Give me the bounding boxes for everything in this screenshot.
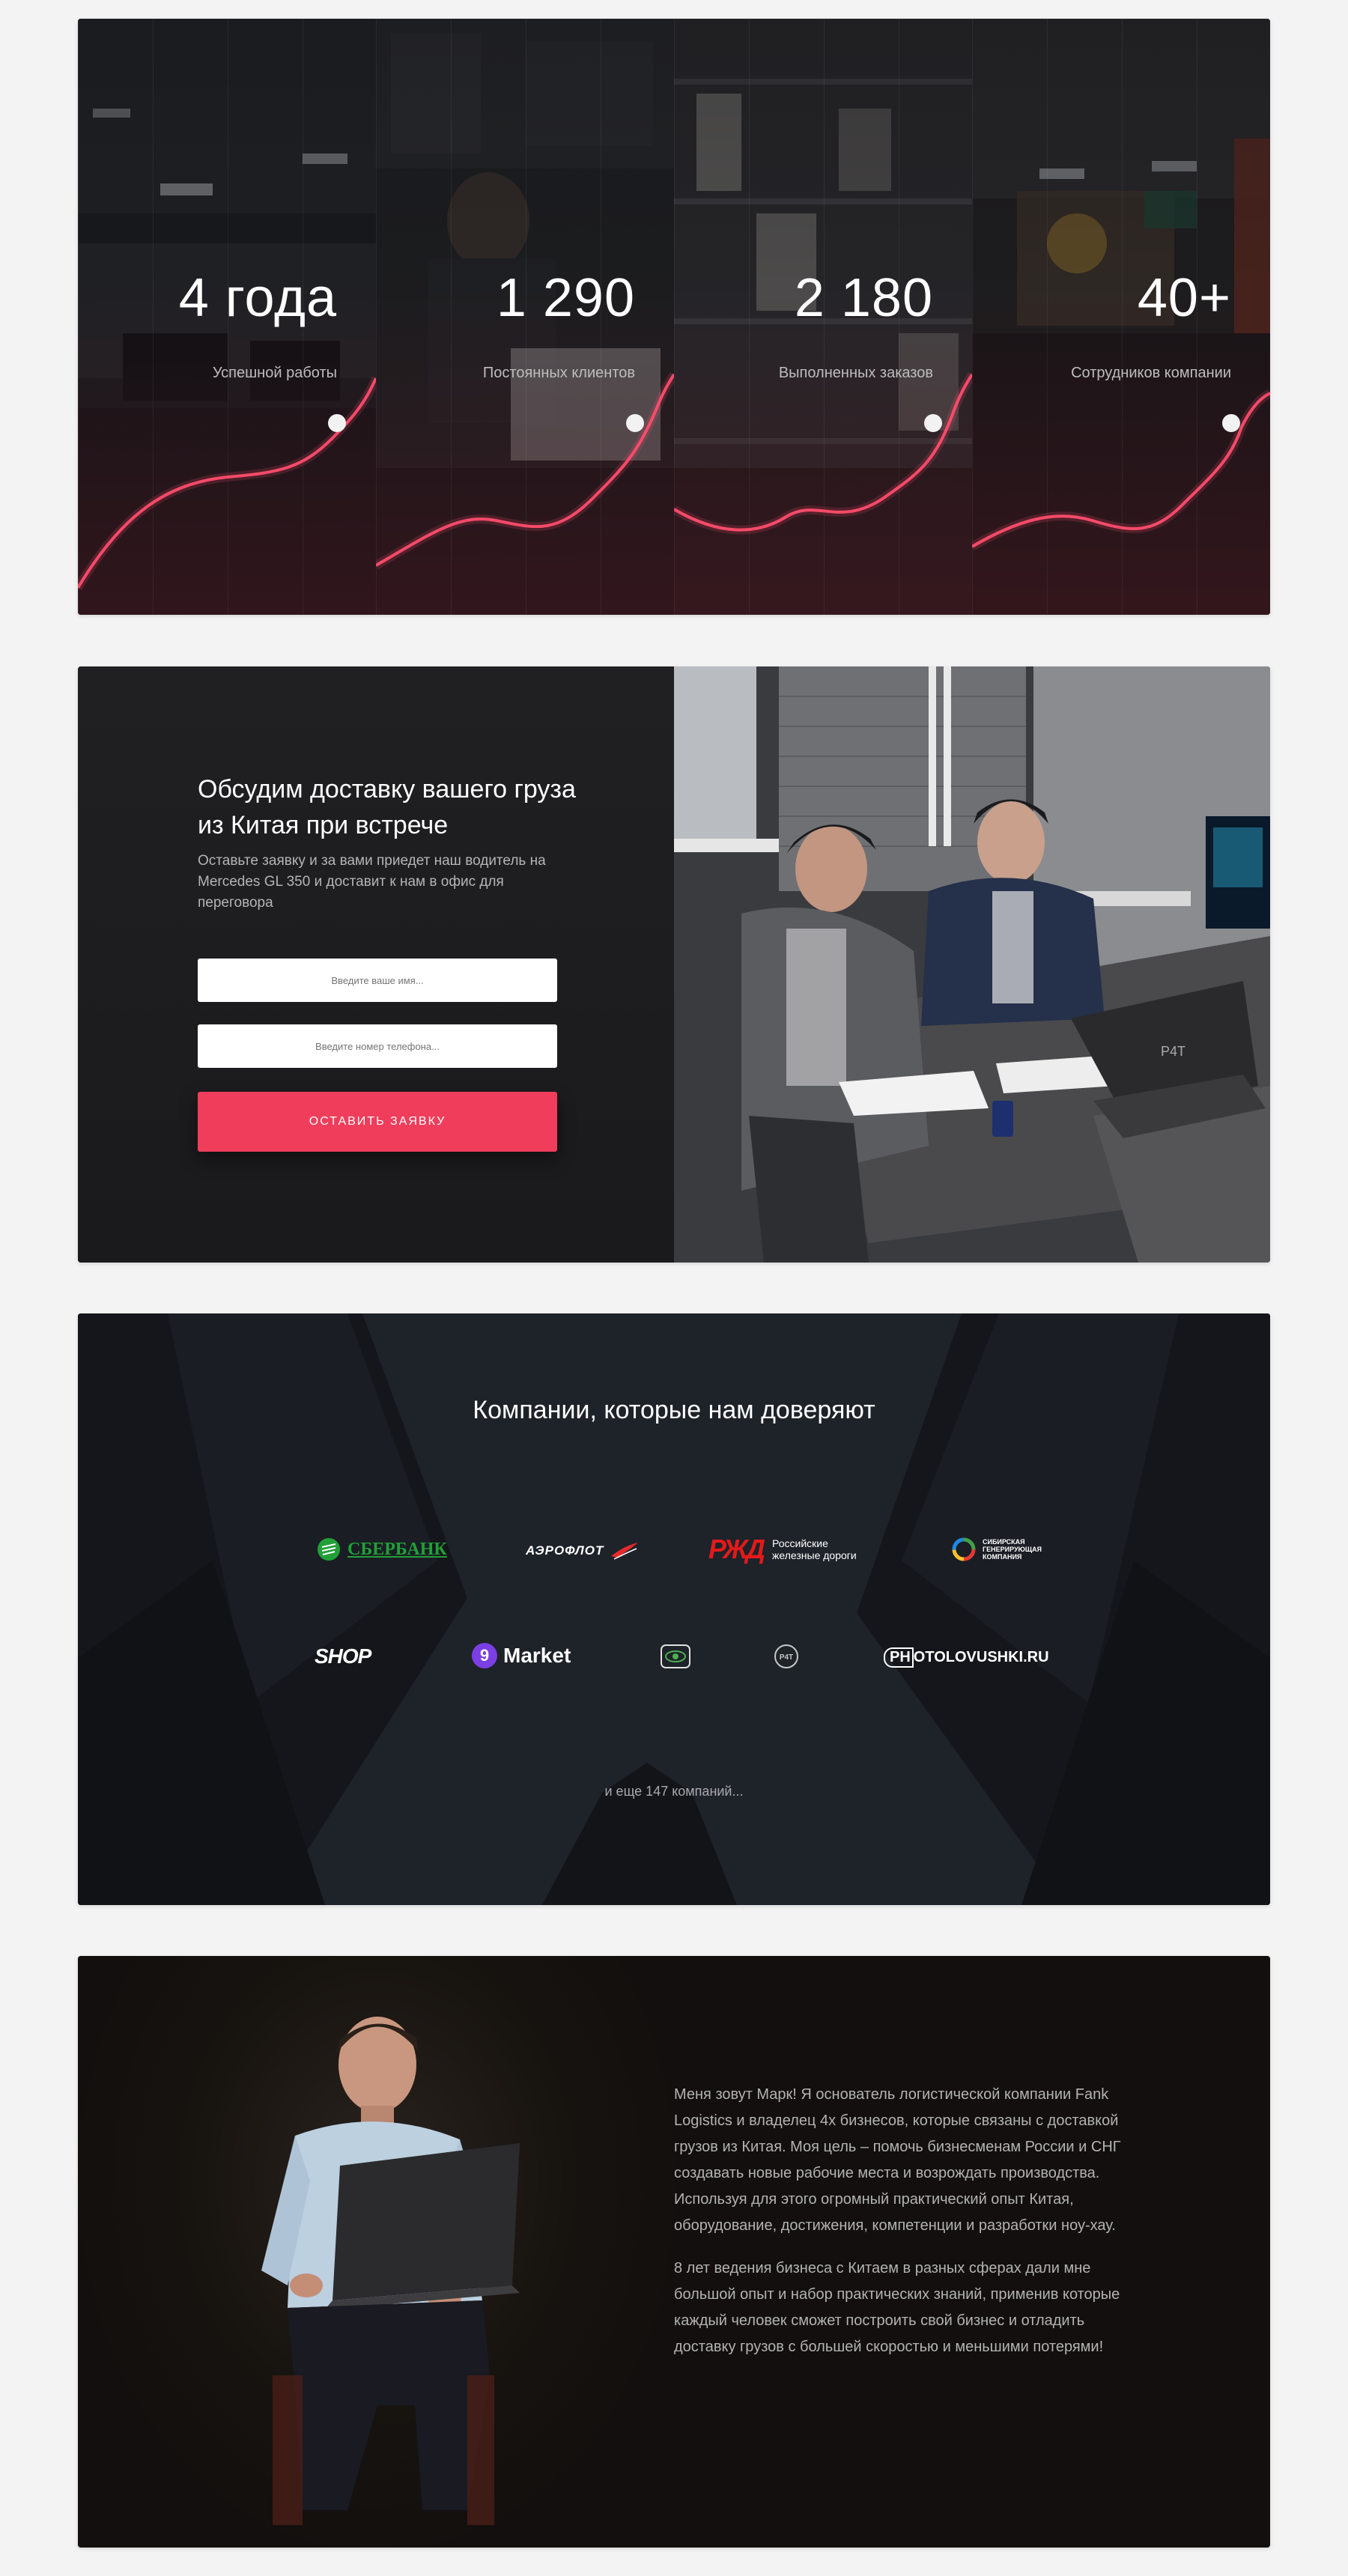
founder-portrait — [261, 2017, 520, 2525]
name-input[interactable] — [198, 959, 557, 1002]
meeting-photo-illustration: P4T — [674, 666, 1270, 1263]
submit-request-button[interactable]: ОСТАВИТЬ ЗАЯВКУ — [198, 1092, 557, 1152]
rzd-logo: РЖД Российские железные дороги — [708, 1534, 857, 1564]
market-logo: 9 Market — [472, 1643, 571, 1668]
svg-text:P4T: P4T — [1161, 1044, 1185, 1059]
aeroflot-logo: АЭРОФЛОТ — [526, 1541, 640, 1561]
phone-input[interactable] — [198, 1024, 557, 1068]
office-meeting-photo: P4T — [674, 666, 1270, 1263]
stat-label: Постоянных клиентов — [482, 365, 635, 381]
request-form-panel: Обсудим доставку вашего груза из Китая п… — [78, 666, 674, 1263]
stat-panel: 4 года Успешной работы — [78, 19, 376, 615]
photolovushki-logo: PH OTOLOVUSHKI.RU — [884, 1647, 1049, 1668]
stat-label: Успешной работы — [212, 365, 337, 381]
market-badge-icon: 9 — [472, 1643, 497, 1668]
bio-paragraph: Меня зовут Марк! Я основатель логистичес… — [674, 2086, 1121, 2234]
bio-paragraph: 8 лет ведения бизнеса с Китаем в разных … — [674, 2260, 1120, 2355]
sberbank-logo: СБЕРБАНК — [316, 1537, 447, 1562]
stat-label: Сотрудников компании — [1071, 365, 1231, 381]
aeroflot-wing-icon — [611, 1543, 639, 1560]
p4t-emblem-icon: P4T — [774, 1644, 798, 1668]
section-title: Обсудим доставку вашего груза из Китая п… — [198, 775, 576, 839]
stat-panel: 2 180 Выполненных заказов — [674, 19, 972, 615]
stat-panel: 40+ Сотрудников компании — [972, 19, 1270, 615]
more-companies-note: и еще 147 компаний... — [604, 1784, 744, 1799]
stat-number: 2 180 — [794, 268, 933, 328]
section-title: Компании, которые нам доверяют — [473, 1396, 875, 1424]
sibir-generating-company-logo: СИБИРСКАЯ ГЕНЕРИРУЮЩАЯ КОМПАНИЯ — [951, 1537, 1042, 1562]
stat-panel: 1 290 Постоянных клиентов — [376, 19, 674, 615]
section-subtitle: Оставьте заявку и за вами приедет наш во… — [198, 853, 546, 911]
p4t-logo: P4T — [773, 1643, 800, 1670]
shop-logo: SHOP — [315, 1644, 371, 1668]
curve-point-marker — [1222, 414, 1240, 432]
founder-bio: Меня зовут Марк! Я основатель логистичес… — [674, 2082, 1131, 2377]
founder-section: Меня зовут Марк! Я основатель логистичес… — [78, 1956, 1270, 2548]
stat-number: 4 года — [178, 268, 337, 328]
stat-number: 40+ — [1137, 268, 1231, 328]
stats-section: 4 года Успешной работы 1 290 Постоянных … — [78, 19, 1270, 615]
svg-text:P4T: P4T — [780, 1653, 793, 1662]
sberbank-icon — [318, 1538, 340, 1561]
sgk-ring-icon — [952, 1537, 976, 1561]
curve-point-marker — [328, 414, 346, 432]
stat-number: 1 290 — [496, 268, 635, 328]
curve-point-marker — [924, 414, 942, 432]
stat-label: Выполненных заказов — [778, 365, 933, 381]
curve-point-marker — [626, 414, 644, 432]
meeting-request-section: Обсудим доставку вашего груза из Китая п… — [78, 666, 1270, 1263]
partners-section: Компании, которые нам доверяют СБЕРБАНК … — [78, 1313, 1270, 1905]
eye-emblem-logo — [659, 1643, 692, 1670]
eye-emblem-icon — [661, 1644, 690, 1668]
